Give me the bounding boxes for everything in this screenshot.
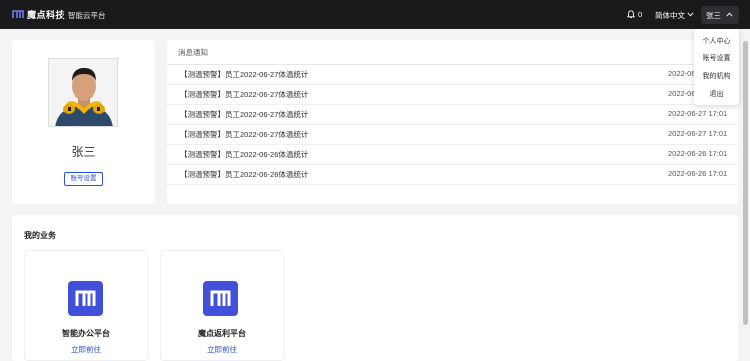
notice-text[interactable]: 【测温预警】员工2022-06-27体温统计	[180, 89, 308, 100]
bell-icon[interactable]	[627, 10, 635, 19]
menu-item-logout[interactable]: 退出	[694, 89, 739, 99]
profile-name: 张三	[71, 145, 96, 159]
vertical-scrollbar[interactable]	[743, 41, 748, 325]
modian-logo-icon	[75, 290, 96, 306]
menu-item-profile-center[interactable]: 个人中心	[694, 36, 739, 46]
notice-time: 2022-06-27 17:01	[668, 109, 728, 118]
top-navigation-bar: 魔点科技 智能云平台 0 简体中文 张三	[0, 0, 750, 29]
notice-title: 消息通知	[178, 48, 208, 57]
account-settings-button[interactable]: 账号设置	[64, 172, 103, 186]
notice-text[interactable]: 【测温预警】员工2022-06-27体温统计	[180, 109, 308, 120]
go-now-link[interactable]: 立即前往	[160, 344, 284, 355]
brand-divider	[62, 10, 63, 19]
user-dropdown-menu: 个人中心 账号设置 我的机构 退出	[694, 29, 739, 105]
modian-logo-icon[interactable]	[12, 10, 24, 19]
notice-text[interactable]: 【测温预警】员工2022-06-26体温统计	[180, 149, 308, 160]
notice-time: 2022-06-26 17:01	[668, 169, 728, 178]
notice-text[interactable]: 【测温预警】员工2022-06-26体温统计	[180, 169, 308, 180]
language-selector[interactable]: 简体中文	[655, 10, 685, 21]
business-tile-name: 智能办公平台	[62, 329, 110, 338]
platform-name: 智能云平台	[68, 11, 106, 20]
brand-name[interactable]: 魔点科技	[27, 8, 65, 21]
go-now-link[interactable]: 立即前往	[24, 344, 148, 355]
business-tile-name: 魔点返利平台	[198, 329, 246, 338]
notice-text[interactable]: 【测温预警】员工2022-06-27体温统计	[180, 69, 308, 80]
chevron-up-icon[interactable]	[726, 12, 733, 17]
my-business-title: 我的业务	[24, 231, 56, 240]
menu-item-account-settings[interactable]: 账号设置	[694, 53, 739, 63]
avatar	[48, 58, 118, 127]
modian-logo-icon	[210, 290, 231, 306]
user-name[interactable]: 张三	[706, 10, 721, 21]
chevron-down-icon[interactable]	[687, 12, 694, 17]
modian-logo-icon[interactable]	[68, 281, 103, 316]
notice-time: 2022-06-26 17:01	[668, 149, 728, 158]
notification-count[interactable]: 0	[638, 10, 642, 19]
modian-logo-icon[interactable]	[203, 281, 238, 316]
menu-item-my-organization[interactable]: 我的机构	[694, 71, 739, 81]
notice-time: 2022-06-27 17:01	[668, 129, 728, 138]
notice-text[interactable]: 【测温预警】员工2022-06-27体温统计	[180, 129, 308, 140]
avatar-photo	[49, 59, 117, 126]
